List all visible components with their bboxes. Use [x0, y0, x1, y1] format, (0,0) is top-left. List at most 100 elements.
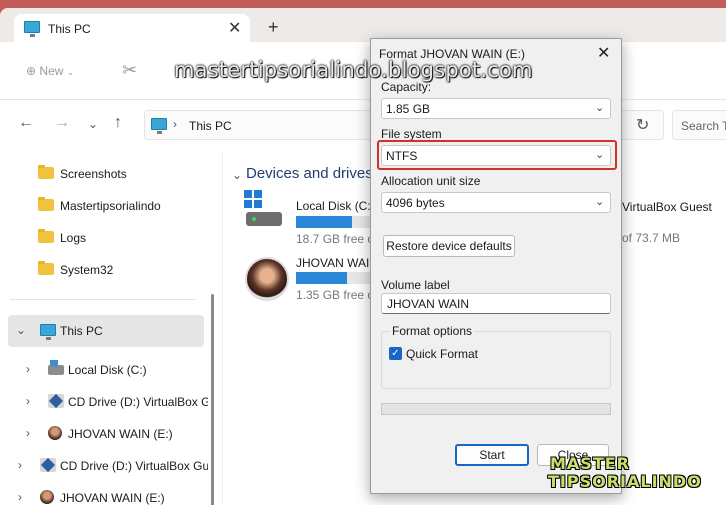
sidebar-item-label: Mastertipsorialindo: [60, 199, 161, 213]
tree-item-jhovan-wain[interactable]: › JHOVAN WAIN (E:): [8, 422, 208, 446]
local-disk-icon: [48, 360, 64, 375]
capacity-select[interactable]: 1.85 GB ⌄: [381, 98, 611, 119]
this-pc-icon: [24, 21, 40, 37]
allocation-label: Allocation unit size: [381, 174, 481, 188]
tree-item-label: JHOVAN WAIN (E:): [68, 427, 173, 441]
disk-led: [252, 217, 256, 221]
allocation-value: 4096 bytes: [386, 196, 445, 210]
format-dialog: Format JHOVAN WAIN (E:) ✕ Capacity: 1.85…: [370, 38, 622, 494]
cd-drive-free-space: of 73.7 MB: [622, 231, 681, 245]
sidebar-item-label: Logs: [60, 231, 87, 245]
capacity-value: 1.85 GB: [386, 102, 431, 116]
usb-drive-avatar-icon: [40, 490, 54, 504]
drive-free-space: 1.35 GB free of: [296, 288, 378, 302]
watermark-logo-line1: MASTER: [550, 454, 630, 473]
watermark-logo: MASTER TIPSORIALINDO: [548, 455, 702, 491]
drive-usage-fill: [296, 216, 352, 228]
search-placeholder: Search Th: [681, 119, 726, 133]
filesystem-value: NTFS: [386, 149, 418, 163]
chevron-right-icon: ›: [173, 117, 177, 131]
section-title[interactable]: Devices and drives: [246, 165, 373, 182]
allocation-select[interactable]: 4096 bytes ⌄: [381, 192, 611, 213]
chevron-right-icon[interactable]: ›: [26, 362, 30, 376]
folder-icon: [38, 197, 54, 211]
close-tab-icon[interactable]: ✕: [228, 18, 241, 38]
sidebar-item-label: System32: [60, 263, 114, 277]
watermark-url: mastertipsorialindo.blogspot.com: [174, 58, 533, 82]
chevron-down-icon: ⌄: [595, 149, 605, 161]
chevron-down-icon: ⌄: [595, 102, 605, 114]
drive-usage-bar: [296, 216, 378, 228]
chevron-right-icon[interactable]: ›: [26, 394, 30, 408]
format-options-title: Format options: [390, 324, 475, 338]
chevron-right-icon[interactable]: ›: [26, 426, 30, 440]
tree-item-label: CD Drive (D:) VirtualBox G: [68, 395, 208, 409]
usb-drive-avatar-icon[interactable]: [245, 257, 289, 301]
restore-defaults-button[interactable]: Restore device defaults: [383, 235, 515, 257]
windows-logo-icon: [244, 190, 262, 208]
new-label: New: [39, 64, 64, 78]
plus-circle-icon: ⊕: [26, 64, 37, 78]
volume-label: Volume label: [381, 278, 450, 292]
sidebar-divider: [10, 299, 196, 300]
volume-label-input[interactable]: [381, 293, 611, 314]
sidebar-item-label: Screenshots: [60, 167, 127, 181]
chevron-down-icon: ⌄: [595, 196, 605, 208]
tree-item-label: JHOVAN WAIN (E:): [60, 491, 165, 505]
capacity-label: Capacity:: [381, 80, 432, 94]
cut-icon[interactable]: ✂: [122, 60, 137, 81]
filesystem-label: File system: [381, 127, 442, 141]
format-options-group: Format options ✓ Quick Format: [381, 324, 611, 389]
tree-item-jhovan-wain-root[interactable]: › JHOVAN WAIN (E:): [8, 486, 208, 505]
sidebar-item-system32[interactable]: System32: [36, 258, 216, 282]
sidebar-item-screenshots[interactable]: Screenshots: [36, 162, 216, 186]
tree-item-local-disk[interactable]: › Local Disk (C:): [8, 358, 208, 382]
pane-separator[interactable]: [222, 152, 223, 505]
drive-usage-bar: [296, 272, 378, 284]
tree-item-cd-drive[interactable]: › CD Drive (D:) VirtualBox G: [8, 390, 208, 414]
sidebar-item-mastertipsorialindo[interactable]: Mastertipsorialindo: [36, 194, 216, 218]
sidebar-item-logs[interactable]: Logs: [36, 226, 216, 250]
search-box[interactable]: Search Th: [672, 110, 726, 140]
format-progress-bar: [381, 403, 611, 415]
start-button[interactable]: Start: [455, 444, 529, 466]
tab-this-pc[interactable]: This PC ✕: [14, 14, 250, 42]
folder-icon: [38, 165, 54, 179]
cd-drive-icon: [48, 394, 64, 408]
local-disk-drive-icon[interactable]: [244, 190, 284, 230]
chevron-down-icon: ⌄: [66, 67, 75, 77]
drive-free-space: 18.7 GB free of: [296, 232, 378, 246]
drive-name[interactable]: Local Disk (C:): [296, 199, 375, 213]
chevron-right-icon[interactable]: ›: [18, 490, 22, 504]
up-icon[interactable]: ↑: [114, 114, 122, 132]
tree-item-cd-drive-root[interactable]: › CD Drive (D:) VirtualBox Gu: [8, 454, 208, 478]
new-button[interactable]: ⊕ New ⌄: [26, 64, 74, 78]
recent-chevron-icon[interactable]: ⌄: [88, 117, 98, 131]
chevron-down-icon[interactable]: ⌄: [16, 323, 26, 337]
usb-drive-avatar-icon: [48, 426, 62, 440]
filesystem-select[interactable]: NTFS ⌄: [381, 145, 611, 166]
back-icon[interactable]: ←: [18, 114, 34, 132]
cd-drive-icon: [40, 458, 56, 472]
folder-icon: [38, 261, 54, 275]
address-text: This PC: [189, 119, 232, 133]
watermark-logo-line2: TIPSORIALINDO: [548, 472, 702, 491]
cd-drive-name[interactable]: VirtualBox Guest: [622, 200, 712, 214]
tree-item-label: Local Disk (C:): [68, 363, 147, 377]
this-pc-icon: [151, 118, 167, 134]
drive-name[interactable]: JHOVAN WAIN: [296, 256, 378, 270]
tree-item-label: CD Drive (D:) VirtualBox Gu: [60, 459, 208, 473]
chevron-right-icon[interactable]: ›: [18, 458, 22, 472]
chevron-down-icon[interactable]: ⌄: [232, 168, 242, 182]
title-bar: This PC ✕ +: [0, 8, 726, 42]
quick-format-checkbox[interactable]: ✓: [389, 347, 402, 360]
tree-item-this-pc[interactable]: ⌄ This PC: [8, 319, 204, 343]
folder-icon: [38, 229, 54, 243]
new-tab-icon[interactable]: +: [268, 17, 279, 38]
this-pc-icon: [40, 324, 56, 340]
refresh-icon[interactable]: ↻: [636, 115, 649, 135]
close-icon[interactable]: ✕: [597, 43, 610, 63]
forward-icon[interactable]: →: [54, 114, 70, 132]
sidebar-scrollbar[interactable]: [211, 294, 214, 505]
quick-format-label[interactable]: Quick Format: [406, 347, 478, 361]
